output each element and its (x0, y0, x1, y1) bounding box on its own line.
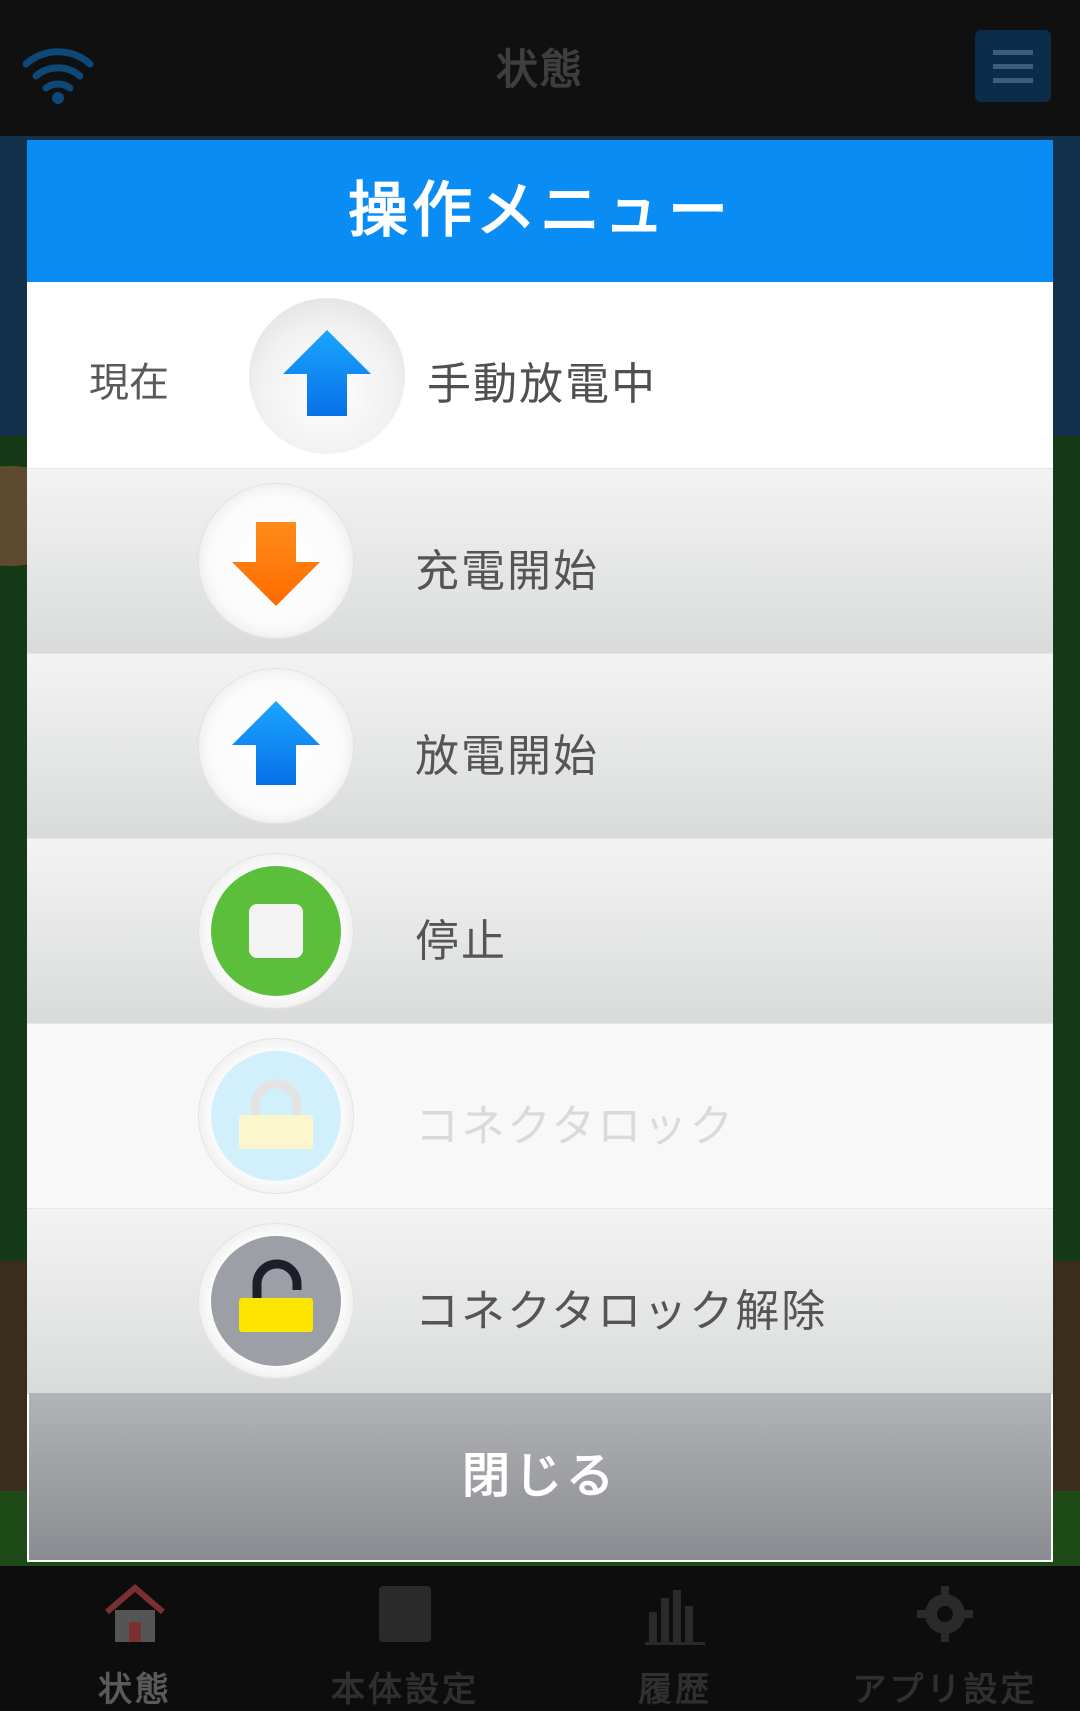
current-label: 現在 (89, 360, 169, 406)
bar-chart-icon (645, 1590, 705, 1645)
top-bar: 状態 (0, 0, 1080, 136)
gear-icon (917, 1586, 973, 1642)
close-button[interactable]: 閉じる (29, 1393, 1051, 1560)
discharge-up-arrow-icon (232, 701, 320, 785)
charge-start-label: 充電開始 (415, 546, 599, 597)
connector-unlock-item[interactable]: コネクタロック解除 (27, 1208, 1053, 1394)
connector-unlock-label: コネクタロック解除 (415, 1286, 828, 1337)
unlock-icon (211, 1236, 341, 1366)
nav-item-device-settings[interactable]: 本体設定 (270, 1566, 540, 1710)
page-title: 状態 (495, 45, 584, 94)
stop-icon (211, 866, 341, 996)
stop-label: 停止 (415, 916, 507, 967)
connector-lock-label: コネクタロック (415, 1101, 736, 1152)
discharge-start-item[interactable]: 放電開始 (27, 653, 1053, 839)
connector-lock-item: コネクタロック (27, 1023, 1053, 1209)
operation-menu-dialog: 操作メニュー 現在 手動放電中 充電開始 放電開始 停止 コネクタロック コネク… (27, 140, 1053, 1562)
nav-item-app-settings[interactable]: アプリ設定 (810, 1566, 1080, 1710)
discharge-start-label: 放電開始 (415, 731, 599, 782)
dialog-title: 操作メニュー (27, 140, 1053, 282)
bottom-nav: 状態 本体設定 履歴 アプリ設定 (0, 1566, 1080, 1710)
stop-item[interactable]: 停止 (27, 838, 1053, 1024)
nav-item-history[interactable]: 履歴 (540, 1566, 810, 1710)
hamburger-menu-icon (993, 50, 1033, 55)
current-status-row: 現在 手動放電中 (27, 282, 1053, 468)
current-status-text: 手動放電中 (427, 359, 657, 410)
current-status-indicator (249, 298, 405, 454)
device-icon (379, 1586, 431, 1642)
home-icon (105, 1584, 165, 1642)
charge-down-arrow-icon (232, 522, 320, 606)
charge-start-item[interactable]: 充電開始 (27, 468, 1053, 654)
nav-item-status[interactable]: 状態 (0, 1566, 270, 1710)
hamburger-menu-button[interactable] (975, 30, 1051, 102)
discharge-up-arrow-icon (283, 330, 371, 416)
lock-icon (211, 1051, 341, 1181)
